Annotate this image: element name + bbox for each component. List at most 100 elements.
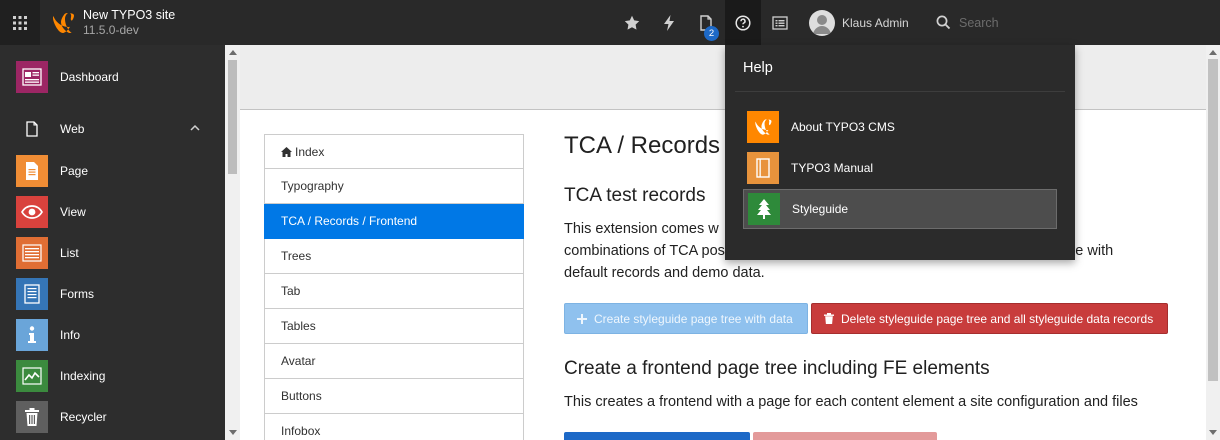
section-text-line-3: default records and demo data. xyxy=(564,265,765,281)
indexing-icon xyxy=(16,360,48,392)
scroll-up-arrow-icon[interactable] xyxy=(228,50,237,55)
styleguide-nav-item-typography[interactable]: Typography xyxy=(264,169,524,204)
button-label: Delete styleguide page tree and all styl… xyxy=(841,311,1154,326)
trash-icon xyxy=(824,313,834,324)
help-item-label: Styleguide xyxy=(792,202,849,216)
user-name: Klaus Admin xyxy=(842,15,909,30)
forms-icon xyxy=(16,278,48,310)
module-menu: Dashboard Web Page View List Forms Info … xyxy=(0,45,225,440)
search-input[interactable] xyxy=(959,15,1199,30)
styleguide-nav-label: Tables xyxy=(281,319,316,333)
bookmarks-button[interactable] xyxy=(614,0,650,45)
section-heading-frontend: Create a frontend page tree including FE… xyxy=(564,358,990,379)
delete-page-tree-button[interactable]: Delete styleguide page tree and all styl… xyxy=(811,303,1168,334)
site-name: New TYPO3 site xyxy=(83,8,176,22)
sidebar-item-view[interactable]: View xyxy=(16,196,211,228)
typo3-logo-icon xyxy=(53,13,74,33)
sidebar-item-dashboard[interactable]: Dashboard xyxy=(16,61,211,93)
sidebar-item-label: Page xyxy=(60,164,89,178)
list-icon xyxy=(16,237,48,269)
sidebar-group-web[interactable]: Web xyxy=(16,113,211,145)
content-scrollbar[interactable] xyxy=(1206,45,1220,440)
styleguide-nav-item-tables[interactable]: Tables xyxy=(264,309,524,344)
styleguide-nav-label: Infobox xyxy=(281,424,321,438)
top-bar: New TYPO3 site 11.5.0-dev 2 Klaus Admin xyxy=(0,0,1220,45)
scroll-down-arrow-icon[interactable] xyxy=(228,430,237,435)
web-group-icon xyxy=(16,113,48,145)
grid-icon xyxy=(13,15,27,30)
dashboard-icon xyxy=(16,61,48,93)
manual-icon xyxy=(747,152,779,184)
site-version: 11.5.0-dev xyxy=(83,23,139,37)
styleguide-nav-item-tca-records-frontend[interactable]: TCA / Records / Frontend xyxy=(264,204,524,239)
sidebar-item-page[interactable]: Page xyxy=(16,155,211,187)
help-item-about-typo3[interactable]: About TYPO3 CMS xyxy=(743,107,1057,147)
sidebar-item-recycler[interactable]: Recycler xyxy=(16,401,211,433)
styleguide-nav-label: Trees xyxy=(281,249,312,263)
help-button[interactable] xyxy=(725,0,761,45)
scrollbar-thumb[interactable] xyxy=(228,60,237,174)
star-icon xyxy=(624,15,640,30)
sidebar-item-indexing[interactable]: Indexing xyxy=(16,360,211,392)
create-page-tree-button[interactable]: Create styleguide page tree with data xyxy=(564,303,808,334)
sidebar-item-label: Dashboard xyxy=(60,70,119,84)
site-brand[interactable]: New TYPO3 site 11.5.0-dev xyxy=(50,8,175,38)
styleguide-nav-label: Index xyxy=(295,144,325,159)
help-dropdown-menu: Help About TYPO3 CMS TYPO3 Manual Styleg… xyxy=(725,45,1075,260)
page-icon xyxy=(16,155,48,187)
section-text-frontend: This creates a frontend with a page for … xyxy=(564,394,1138,410)
delete-frontend-button[interactable] xyxy=(753,432,937,440)
sidebar-item-label: Info xyxy=(60,328,81,342)
sidebar-item-forms[interactable]: Forms xyxy=(16,278,211,310)
styleguide-nav-item-avatar[interactable]: Avatar xyxy=(264,344,524,379)
styleguide-nav-label: Tab xyxy=(281,284,301,298)
home-icon xyxy=(281,146,292,157)
user-icon xyxy=(813,14,831,34)
info-icon xyxy=(16,319,48,351)
sidebar-item-label: View xyxy=(60,205,86,219)
help-item-label: About TYPO3 CMS xyxy=(791,120,895,134)
sidebar-item-label: Indexing xyxy=(60,369,106,383)
scroll-down-arrow-icon[interactable] xyxy=(1209,430,1217,435)
create-frontend-button[interactable] xyxy=(564,432,750,440)
sidebar-scrollbar[interactable] xyxy=(225,45,240,440)
sidebar-group-label: Web xyxy=(60,122,85,136)
divider xyxy=(735,91,1065,92)
recycler-icon xyxy=(16,401,48,433)
search-bar xyxy=(922,0,1220,45)
styleguide-nav-label: Typography xyxy=(281,179,344,193)
help-item-typo3-manual[interactable]: TYPO3 Manual xyxy=(743,148,1057,188)
section-heading-tca-test-records: TCA test records xyxy=(564,185,706,206)
styleguide-nav-item-index[interactable]: Index xyxy=(264,134,524,169)
button-label: Create styleguide page tree with data xyxy=(594,311,793,326)
help-menu-heading: Help xyxy=(743,60,773,76)
styleguide-nav-item-trees[interactable]: Trees xyxy=(264,239,524,274)
help-item-label: TYPO3 Manual xyxy=(791,161,874,175)
page-title: TCA / Records / xyxy=(564,132,734,159)
sidebar-item-label: List xyxy=(60,246,79,260)
search-icon xyxy=(936,15,951,30)
styleguide-nav-item-tab[interactable]: Tab xyxy=(264,274,524,309)
module-menu-toggle-button[interactable] xyxy=(0,0,40,45)
plus-icon xyxy=(577,313,587,324)
scroll-up-arrow-icon[interactable] xyxy=(1209,50,1217,55)
styleguide-nav: Index Typography TCA / Records / Fronten… xyxy=(264,134,524,440)
avatar xyxy=(809,9,835,36)
sidebar-item-info[interactable]: Info xyxy=(16,319,211,351)
typo3-logo-icon xyxy=(747,111,779,143)
clear-cache-button[interactable] xyxy=(651,0,687,45)
sidebar-item-label: Forms xyxy=(60,287,94,301)
sidebar-item-list[interactable]: List xyxy=(16,237,211,269)
styleguide-nav-item-buttons[interactable]: Buttons xyxy=(264,379,524,414)
section-text-start: This extension comes w xyxy=(564,221,719,237)
system-information-button[interactable] xyxy=(762,0,798,45)
styleguide-nav-label: Avatar xyxy=(281,354,316,368)
question-circle-icon xyxy=(735,14,751,31)
styleguide-nav-item-infobox[interactable]: Infobox xyxy=(264,414,524,440)
user-menu-button[interactable]: Klaus Admin xyxy=(798,0,920,45)
help-item-styleguide[interactable]: Styleguide xyxy=(743,189,1057,229)
chevron-up-icon xyxy=(190,124,200,131)
sidebar-item-label: Recycler xyxy=(60,410,107,424)
scrollbar-thumb[interactable] xyxy=(1208,59,1218,381)
system-info-icon xyxy=(772,15,788,30)
